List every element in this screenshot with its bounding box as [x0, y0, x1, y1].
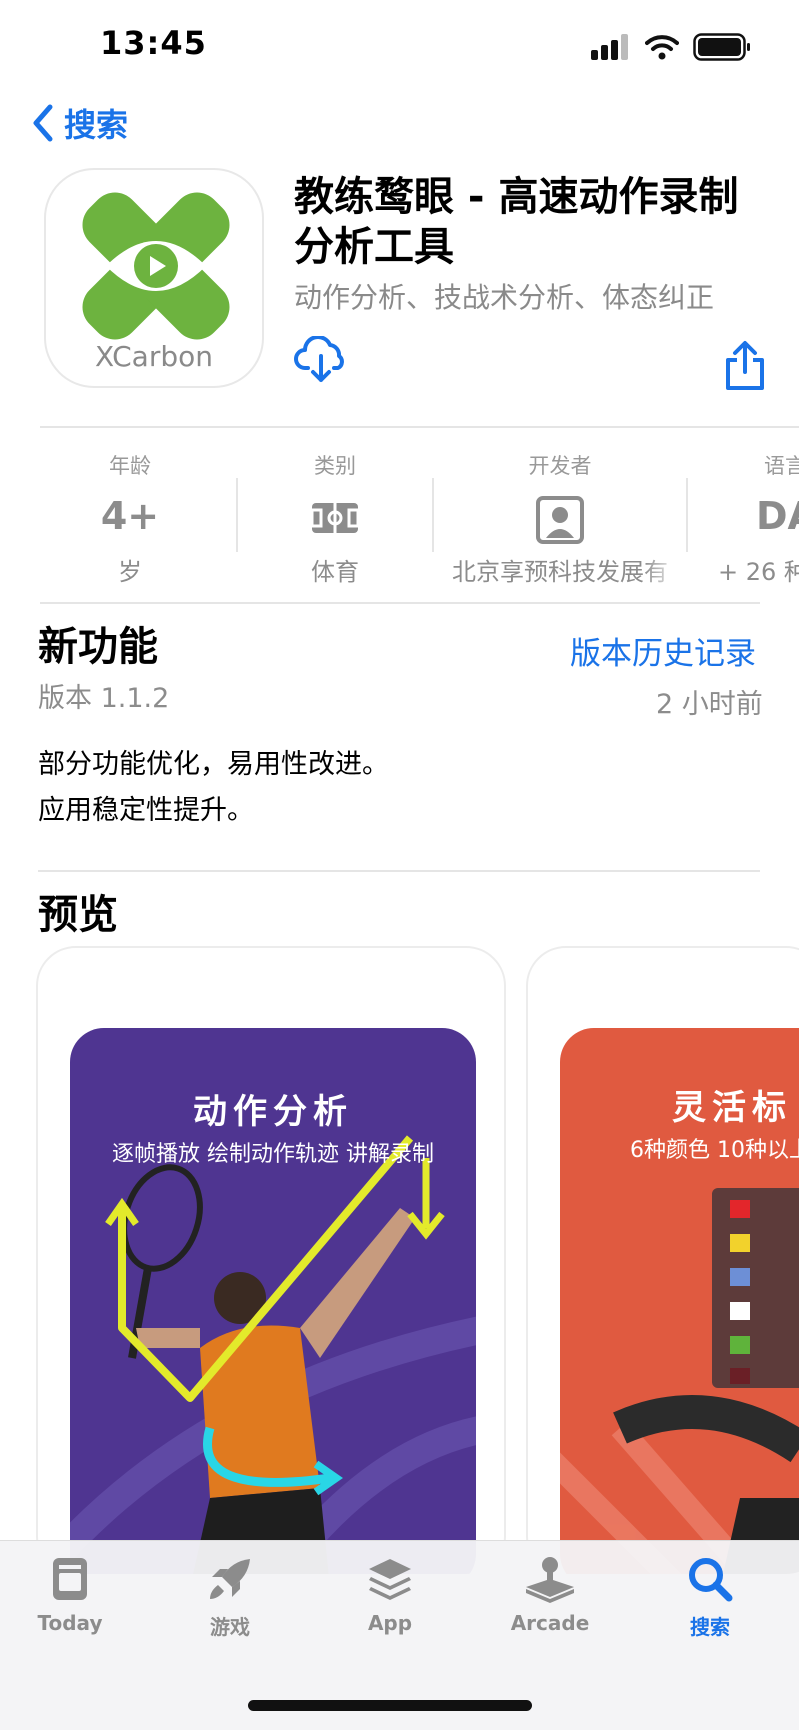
- tab-label: 游戏: [210, 1615, 250, 1639]
- release-note-line: 部分功能优化，易用性改进。: [38, 749, 389, 780]
- share-icon: [726, 341, 764, 390]
- today-icon: [53, 1558, 87, 1600]
- notes-divider: [38, 870, 760, 872]
- info-language-value: DA: [756, 494, 799, 538]
- info-developer[interactable]: 开发者 北京享预科技发展有: [440, 440, 680, 587]
- info-language-sub: + 26 种: [718, 558, 799, 586]
- release-note-line: 应用稳定性提升。: [38, 795, 254, 826]
- info-language-label: 语言: [764, 454, 799, 478]
- info-category[interactable]: 类别 体育: [250, 440, 420, 587]
- tab-label: Arcade: [510, 1611, 590, 1635]
- cellular-signal-icon: [591, 34, 628, 60]
- layers-icon: [369, 1559, 411, 1600]
- info-developer-label: 开发者: [528, 454, 592, 478]
- preview-screen-2: 灵活标 6种颜色 10种以上: [560, 1028, 799, 1574]
- info-age-sub: 岁: [118, 558, 142, 586]
- search-icon: [689, 1558, 733, 1602]
- joystick-icon: [526, 1557, 574, 1603]
- status-icons: [591, 30, 751, 64]
- xcarbon-logo-icon: [82, 192, 230, 340]
- battery-icon: [693, 33, 750, 61]
- info-separator: [236, 478, 238, 552]
- back-button[interactable]: 搜索: [32, 100, 128, 146]
- tab-arcade[interactable]: Arcade: [480, 1555, 620, 1635]
- preview-title: 预览: [38, 892, 118, 938]
- app-title: 教练鹜眼 - 高速动作录制分析工具: [294, 174, 739, 270]
- stadium-icon: [310, 503, 360, 533]
- share-button[interactable]: [722, 340, 768, 392]
- preview-card-subtitle: 逐帧播放 绘制动作轨迹 讲解录制: [112, 1142, 434, 1167]
- status-bar: 13:45: [0, 0, 799, 92]
- info-divider: [40, 602, 760, 604]
- home-indicator[interactable]: [248, 1700, 532, 1711]
- tab-today[interactable]: Today: [0, 1555, 140, 1635]
- preview-card-title: 动作分析: [193, 1092, 353, 1132]
- release-notes: 部分功能优化，易用性改进。 应用稳定性提升。: [38, 742, 389, 834]
- cloud-download-icon: [294, 335, 344, 382]
- download-button[interactable]: [294, 335, 348, 386]
- icon-brand-text: XCarbon: [94, 340, 213, 373]
- back-label: 搜索: [64, 106, 129, 144]
- preview-screen-1: 动作分析 逐帧播放 绘制动作轨迹 讲解录制: [70, 1028, 476, 1574]
- chevron-left-icon: [33, 104, 53, 142]
- app-subtitle: 动作分析、技战术分析、体态纠正: [294, 281, 715, 314]
- person-icon: [536, 496, 584, 544]
- info-age-value: 4+: [100, 494, 160, 538]
- header-divider: [40, 426, 799, 428]
- tab-app[interactable]: App: [320, 1555, 460, 1635]
- info-separator: [686, 478, 688, 552]
- version-number: 版本 1.1.2: [38, 683, 170, 714]
- info-separator: [432, 478, 434, 552]
- preview-card-2[interactable]: 灵活标 6种颜色 10种以上: [526, 946, 799, 1576]
- info-age-label: 年龄: [109, 454, 151, 478]
- tab-label: App: [367, 1611, 413, 1635]
- info-category-sub: 体育: [311, 558, 359, 586]
- wifi-icon: [645, 35, 679, 60]
- whats-new-title: 新功能: [38, 624, 158, 670]
- rocket-icon: [210, 1559, 250, 1599]
- update-time: 2 小时前: [656, 689, 763, 720]
- info-developer-sub: 北京享预科技发展有: [452, 558, 668, 586]
- tab-search[interactable]: 搜索: [640, 1555, 780, 1640]
- info-category-label: 类别: [314, 454, 356, 478]
- status-time: 13:45: [100, 24, 207, 62]
- info-strip: 年龄 4+ 岁 类别 体育 开发者 北京享预科技发展有 语言 D + 26 种: [0, 440, 799, 590]
- info-age[interactable]: 年龄 4+ 岁: [50, 440, 210, 587]
- tab-label: Today: [37, 1611, 103, 1635]
- preview-card-title: 灵活标: [672, 1088, 792, 1128]
- version-history-link[interactable]: 版本历史记录: [570, 628, 756, 673]
- tab-games[interactable]: 游戏: [160, 1555, 300, 1640]
- preview-card-1[interactable]: 动作分析 逐帧播放 绘制动作轨迹 讲解录制: [36, 946, 506, 1576]
- info-language[interactable]: 语言 DA + 26 种: [712, 440, 799, 587]
- app-icon: XCarbon: [44, 168, 264, 388]
- tab-label: 搜索: [690, 1615, 730, 1639]
- preview-card-subtitle: 6种颜色 10种以上: [630, 1138, 799, 1163]
